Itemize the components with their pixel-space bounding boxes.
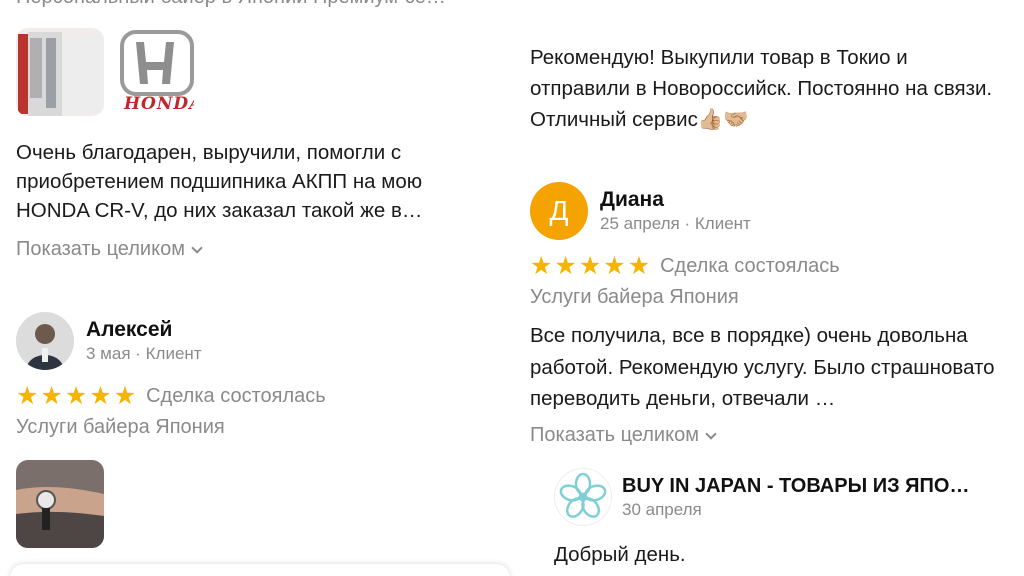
chevron-down-icon xyxy=(705,427,717,440)
review-photo-watch[interactable] xyxy=(16,460,104,548)
star-icon: ★ xyxy=(64,382,88,410)
deal-status: Сделка состоялась xyxy=(146,385,326,407)
next-card-edge xyxy=(10,564,510,576)
review-meta: 25 апреля · Клиент xyxy=(600,214,751,233)
chevron-down-icon xyxy=(191,241,203,254)
star-icon: ★ xyxy=(16,382,39,410)
review-text: Рекомендую! Выкупили товар в Токио и отп… xyxy=(530,46,993,131)
show-full-review-link[interactable]: Показать целиком xyxy=(530,424,717,447)
star-icon: ★ xyxy=(40,382,63,410)
star-icon: ★ xyxy=(603,252,626,280)
review-text: Очень благодарен, выручили, помогли с пр… xyxy=(16,141,423,222)
seller-reply-text: Добрый день. xyxy=(554,543,686,566)
review-text: Все получила, все в порядке) очень довол… xyxy=(530,324,995,410)
seller-name: BUY IN JAPAN - ТОВАРЫ ИЗ ЯПО… xyxy=(622,474,970,497)
star-icon: ★ xyxy=(578,252,602,280)
service-name: Услуги байера Япония xyxy=(530,286,739,308)
review-photo-bearing[interactable] xyxy=(16,28,104,116)
reply-date: 30 апреля xyxy=(622,499,702,519)
review-photo-honda-logo[interactable]: HONDA xyxy=(106,28,194,116)
star-icon: ★ xyxy=(554,252,577,280)
sakura-flower-icon xyxy=(559,472,607,518)
star-icon: ★ xyxy=(113,382,137,410)
previous-item-title: Персональный байер в Японии Премиум-се… xyxy=(16,0,446,9)
avatar[interactable]: Д xyxy=(530,182,588,240)
star-icon: ★ xyxy=(627,252,651,280)
show-full-label: Показать целиком xyxy=(530,424,699,446)
author-name: Диана xyxy=(600,188,664,211)
seller-reply-header[interactable]: BUY IN JAPAN - ТОВАРЫ ИЗ ЯПО… 30 апреля xyxy=(554,468,969,526)
author-name: Алексей xyxy=(86,318,173,341)
person-avatar-image xyxy=(16,312,74,370)
rating-stars: ★ ★ ★ ★ ★ Сделка состоялась xyxy=(530,254,840,279)
star-icon: ★ xyxy=(530,252,553,280)
review-meta: 3 мая · Клиент xyxy=(86,344,202,363)
review-author[interactable]: Д Диана 25 апреля · Клиент xyxy=(530,182,751,240)
bearing-box-image xyxy=(16,28,104,116)
watch-photo-image xyxy=(16,460,104,548)
avatar-letter: Д xyxy=(549,195,569,226)
star-icon: ★ xyxy=(89,382,112,410)
review-author[interactable]: Алексей 3 мая · Клиент xyxy=(16,312,202,370)
deal-status: Сделка состоялась xyxy=(660,255,840,277)
seller-logo[interactable] xyxy=(554,468,612,526)
avatar[interactable] xyxy=(16,312,74,370)
rating-stars: ★ ★ ★ ★ ★ Сделка состоялась xyxy=(16,384,326,409)
show-full-label: Показать целиком xyxy=(16,238,185,260)
service-name: Услуги байера Япония xyxy=(16,416,225,438)
show-full-review-link[interactable]: Показать целиком xyxy=(16,238,203,261)
honda-wordmark: HONDA xyxy=(124,94,194,114)
